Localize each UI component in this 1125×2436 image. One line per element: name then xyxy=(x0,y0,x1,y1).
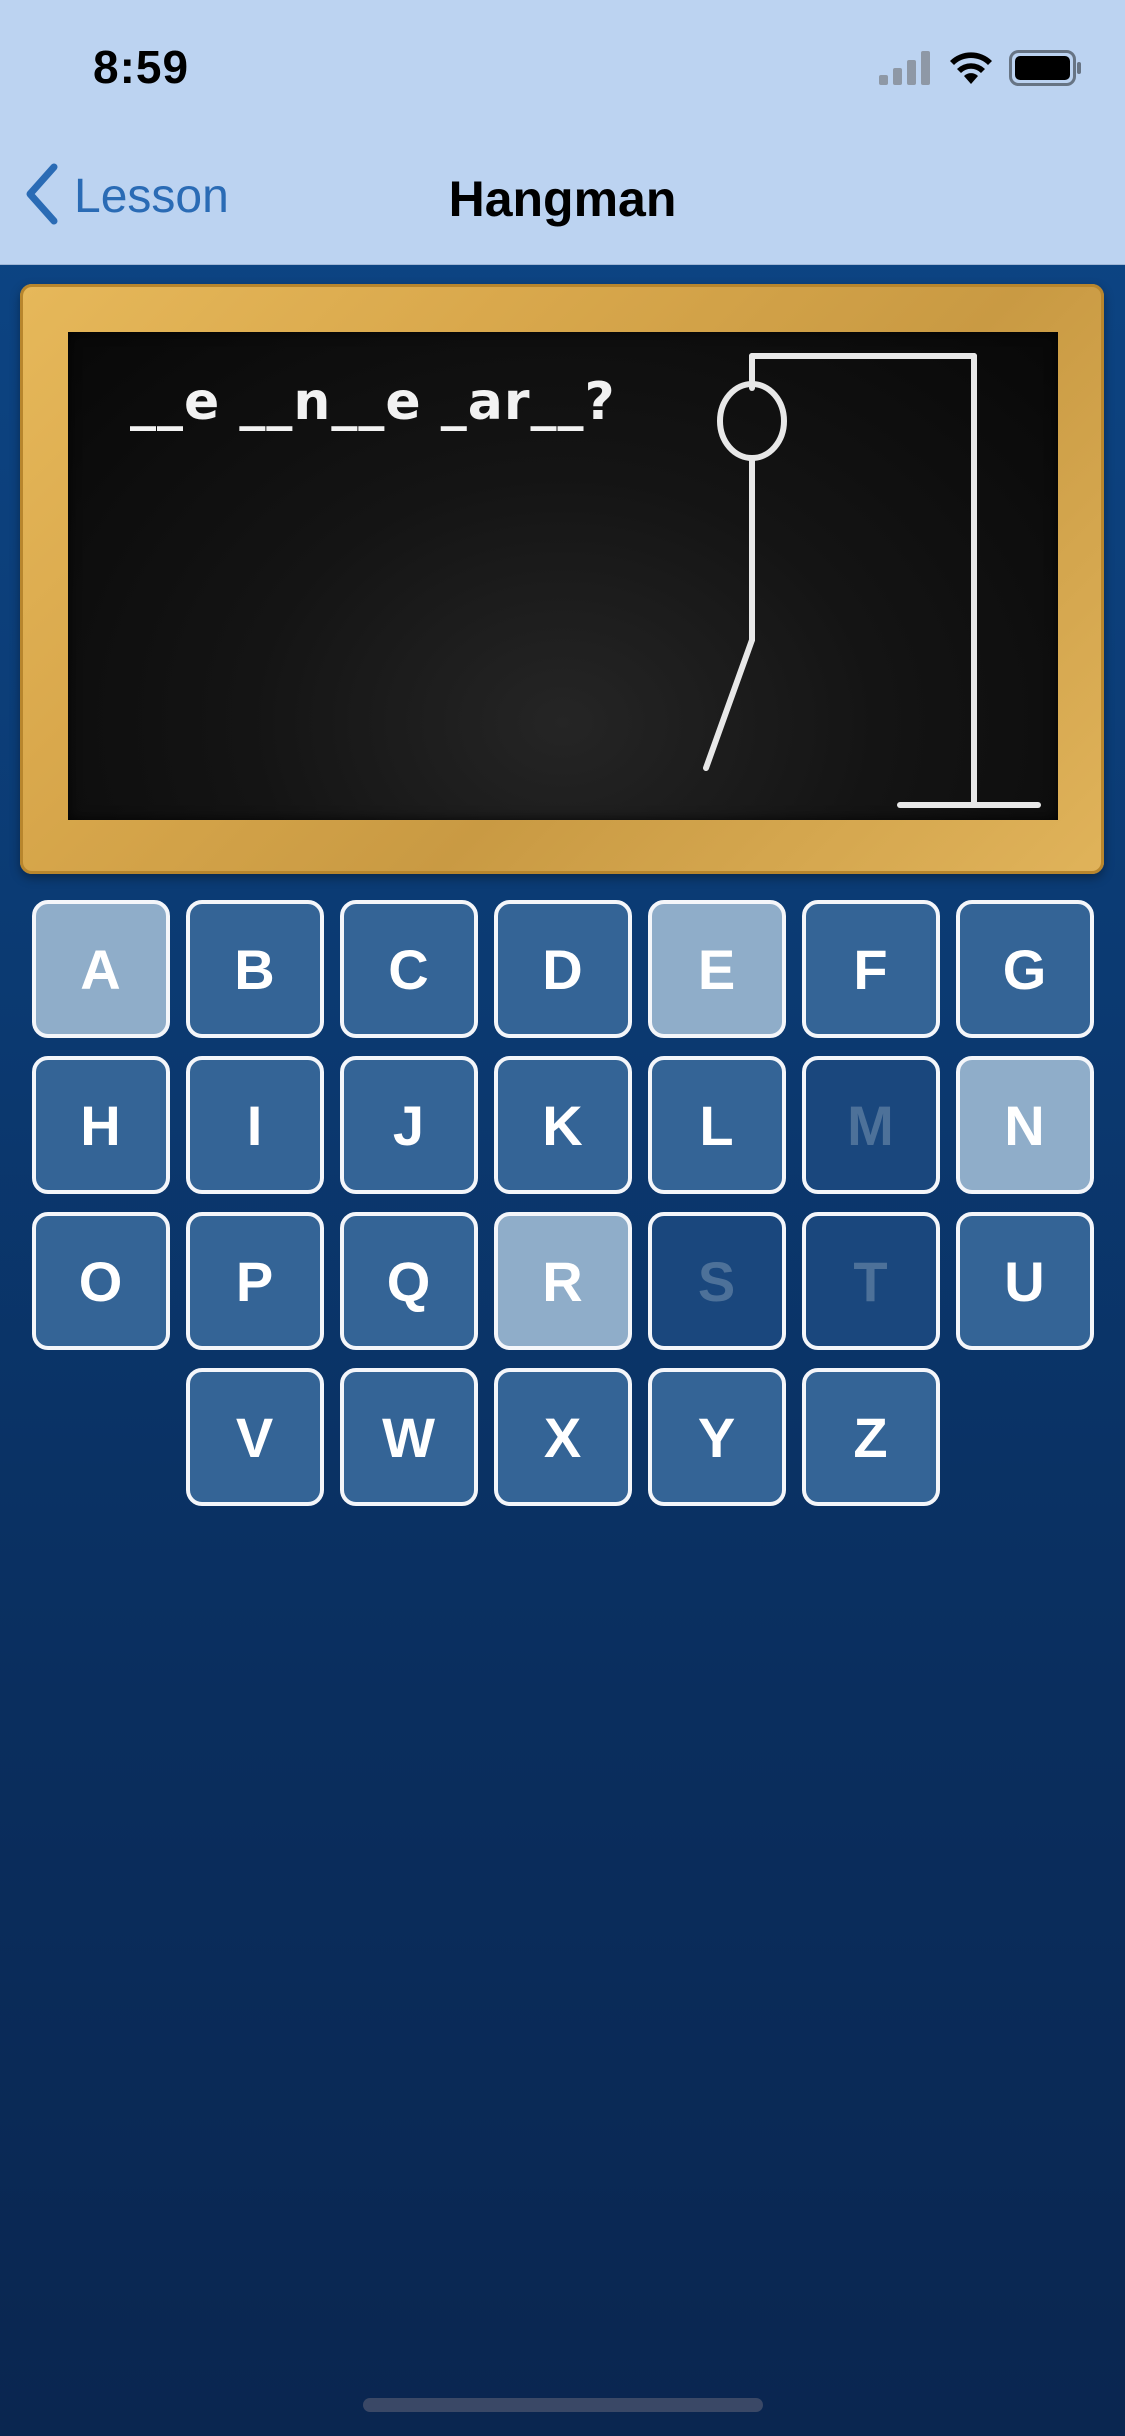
letter-key-d[interactable]: D xyxy=(493,900,632,1038)
letter-key-w[interactable]: W xyxy=(339,1368,478,1506)
cellular-signal-icon xyxy=(879,50,933,90)
letter-key-n: N xyxy=(955,1056,1094,1194)
keyboard-row: OPQRSTU xyxy=(31,1212,1094,1350)
letter-key-u[interactable]: U xyxy=(955,1212,1094,1350)
letter-key-e: E xyxy=(647,900,786,1038)
letter-key-x[interactable]: X xyxy=(493,1368,632,1506)
letter-key-y[interactable]: Y xyxy=(647,1368,786,1506)
letter-key-k[interactable]: K xyxy=(493,1056,632,1194)
page-title: Hangman xyxy=(448,171,677,227)
letter-key-p[interactable]: P xyxy=(185,1212,324,1350)
letter-key-l[interactable]: L xyxy=(647,1056,786,1194)
keyboard-row: VWXYZ xyxy=(185,1368,940,1506)
battery-icon xyxy=(1009,49,1083,91)
keyboard-row: ABCDEFG xyxy=(31,900,1094,1038)
letter-key-z[interactable]: Z xyxy=(801,1368,940,1506)
puzzle-phrase: __e __n__e _ar__? xyxy=(130,372,616,432)
letter-key-c[interactable]: C xyxy=(339,900,478,1038)
home-indicator[interactable] xyxy=(363,2398,763,2412)
letter-key-h[interactable]: H xyxy=(31,1056,170,1194)
letter-key-b[interactable]: B xyxy=(185,900,324,1038)
chalkboard-frame: __e __n__e _ar__? xyxy=(20,284,1104,874)
wifi-icon xyxy=(947,50,995,91)
letter-key-g[interactable]: G xyxy=(955,900,1094,1038)
letter-key-f[interactable]: F xyxy=(801,900,940,1038)
letter-key-t: T xyxy=(801,1212,940,1350)
letter-key-q[interactable]: Q xyxy=(339,1212,478,1350)
navigation-bar: 8:59 Lesson Hangman xyxy=(0,0,1125,265)
letter-key-v[interactable]: V xyxy=(185,1368,324,1506)
hangman-head xyxy=(717,381,787,461)
letter-key-m: M xyxy=(801,1056,940,1194)
letter-key-r: R xyxy=(493,1212,632,1350)
letter-key-o[interactable]: O xyxy=(31,1212,170,1350)
letter-key-i[interactable]: I xyxy=(185,1056,324,1194)
letter-key-s: S xyxy=(647,1212,786,1350)
keyboard-row: HIJKLMN xyxy=(31,1056,1094,1194)
status-icons xyxy=(879,49,1083,91)
letter-key-a: A xyxy=(31,900,170,1038)
chalkboard: __e __n__e _ar__? xyxy=(68,332,1058,820)
hangman-left-leg xyxy=(703,637,755,771)
status-time: 8:59 xyxy=(93,41,190,93)
letter-key-j[interactable]: J xyxy=(339,1056,478,1194)
